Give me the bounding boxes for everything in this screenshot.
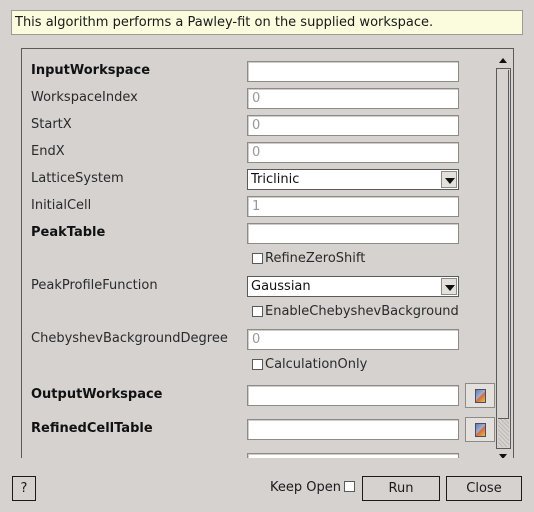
close-button[interactable]: Close [446, 476, 522, 501]
end-x-label: EndX [31, 144, 65, 159]
output-workspace-field[interactable] [247, 385, 459, 406]
chebyshev-background-degree-label: ChebyshevBackgroundDegree [31, 331, 228, 346]
row-peak-table: PeakTable [22, 223, 492, 244]
scrollbar-track[interactable] [496, 68, 511, 449]
chevron-down-icon[interactable] [441, 171, 457, 188]
lattice-system-label: LatticeSystem [31, 171, 124, 186]
save-workspace-icon [475, 389, 486, 403]
row-chebyshev-background-degree: ChebyshevBackgroundDegree 0 [22, 329, 492, 350]
scrollbar-thumb[interactable] [498, 70, 509, 419]
lattice-system-dropdown[interactable]: Triclinic [247, 169, 459, 190]
input-workspace-field[interactable] [247, 61, 459, 82]
calculation-only-label: CalculationOnly [265, 357, 368, 372]
vertical-scrollbar[interactable] [496, 53, 511, 458]
run-button[interactable]: Run [362, 476, 440, 501]
peak-profile-function-label: PeakProfileFunction [31, 278, 158, 293]
initial-cell-label: InitialCell [31, 198, 92, 213]
row-initial-cell: InitialCell 1 [22, 196, 492, 217]
chevron-down-icon[interactable] [441, 278, 457, 295]
peak-profile-function-value: Gaussian [251, 279, 311, 294]
peak-table-label: PeakTable [31, 225, 106, 240]
row-start-x: StartX 0 [22, 115, 492, 136]
properties-panel: InputWorkspace WorkspaceIndex 0 StartX 0… [21, 48, 514, 458]
row-enable-chebyshev-background: EnableChebyshevBackground [22, 302, 492, 322]
output-workspace-browse-button[interactable] [465, 383, 495, 408]
scrollbar-track-remaining[interactable] [498, 419, 509, 447]
row-output-workspace: OutputWorkspace [22, 383, 495, 408]
refined-cell-table-field[interactable] [247, 419, 459, 440]
checkbox-icon[interactable] [344, 481, 355, 492]
output-workspace-label: OutputWorkspace [31, 387, 163, 402]
input-workspace-label: InputWorkspace [31, 63, 151, 78]
workspace-index-field[interactable]: 0 [247, 88, 459, 109]
row-peak-profile-function: PeakProfileFunction Gaussian [22, 276, 492, 297]
checkbox-icon[interactable] [252, 253, 263, 264]
next-field-partial[interactable] [247, 453, 459, 458]
algorithm-description: This algorithm performs a Pawley-fit on … [11, 10, 523, 35]
enable-chebyshev-background-label: EnableChebyshevBackground [265, 304, 459, 319]
row-refine-zero-shift: RefineZeroShift [22, 249, 492, 269]
row-workspace-index: WorkspaceIndex 0 [22, 88, 492, 109]
start-x-label: StartX [31, 117, 72, 132]
peak-table-field[interactable] [247, 223, 459, 244]
row-calculation-only: CalculationOnly [22, 355, 492, 375]
row-input-workspace: InputWorkspace [22, 61, 492, 82]
refined-cell-table-label: RefinedCellTable [31, 421, 153, 436]
save-workspace-icon [475, 423, 486, 437]
refined-cell-table-browse-button[interactable] [465, 417, 495, 442]
row-partial-next [22, 453, 492, 458]
row-end-x: EndX 0 [22, 142, 492, 163]
initial-cell-field[interactable]: 1 [247, 196, 459, 217]
dialog-footer: ? Keep Open Run Close [0, 470, 534, 504]
checkbox-icon[interactable] [252, 306, 263, 317]
row-lattice-system: LatticeSystem Triclinic [22, 169, 492, 190]
start-x-field[interactable]: 0 [247, 115, 459, 136]
keep-open-label: Keep Open [270, 480, 341, 495]
end-x-field[interactable]: 0 [247, 142, 459, 163]
scroll-down-icon[interactable] [496, 449, 511, 458]
row-refined-cell-table: RefinedCellTable [22, 417, 495, 442]
keep-open-checkbox[interactable]: Keep Open [270, 480, 355, 495]
help-button[interactable]: ? [12, 476, 36, 501]
refine-zero-shift-label: RefineZeroShift [265, 251, 366, 266]
peak-profile-function-dropdown[interactable]: Gaussian [247, 276, 459, 297]
checkbox-icon[interactable] [252, 359, 263, 370]
lattice-system-value: Triclinic [251, 172, 300, 187]
workspace-index-label: WorkspaceIndex [31, 90, 138, 105]
scroll-up-icon[interactable] [496, 53, 511, 68]
chebyshev-background-degree-field[interactable]: 0 [247, 329, 459, 350]
